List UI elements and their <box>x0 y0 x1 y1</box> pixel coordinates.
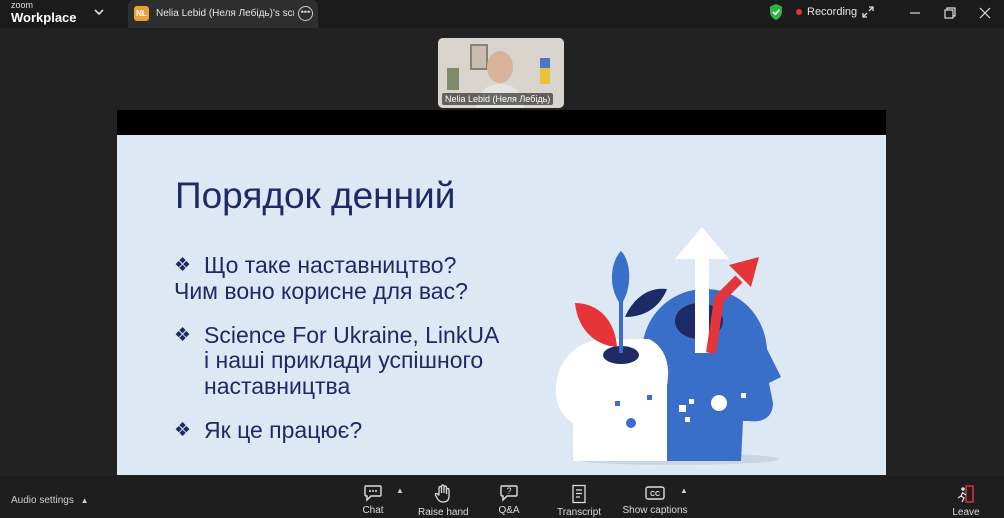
agenda-item-1: ❖ Що таке наставництво? Чим воно корисне… <box>174 252 499 305</box>
close-icon[interactable] <box>976 4 994 22</box>
show-captions-button[interactable]: CC Show captions <box>622 476 688 516</box>
recording-indicator[interactable]: Recording <box>796 6 857 18</box>
raise-hand-label: Raise hand <box>418 507 469 518</box>
participant-video[interactable]: Nelia Lebid (Неля Лебідь) <box>438 38 564 108</box>
chat-label: Chat <box>362 505 384 516</box>
shared-screen-top-bar <box>117 110 886 135</box>
agenda-item-2-line-2: і наші приклади успішного <box>204 347 484 374</box>
agenda-item-2: ❖ Science For Ukraine, LinkUA і наші при… <box>174 321 500 400</box>
chevron-up-icon[interactable]: ▲ <box>680 486 688 495</box>
restore-icon[interactable] <box>941 4 959 22</box>
participant-name: Nelia Lebid (Неля Лебідь) <box>442 93 554 105</box>
audio-settings-button[interactable]: Audio settings ▲ <box>11 495 89 506</box>
leave-label: Leave <box>952 507 980 518</box>
diamond-bullet-icon: ❖ <box>174 419 192 441</box>
tab-title: Nelia Lebid (Неля Лебідь)'s screer <box>156 8 294 19</box>
raise-hand-icon <box>434 484 450 503</box>
transcript-button[interactable]: Transcript <box>556 476 602 518</box>
diamond-bullet-icon: ❖ <box>174 255 192 276</box>
agenda-list: ❖ Що таке наставництво? Чим воно корисне… <box>174 252 500 444</box>
leave-button[interactable]: Leave <box>950 476 982 518</box>
agenda-item-1-line-2: Чим воно корисне для вас? <box>174 277 468 304</box>
shield-icon[interactable] <box>768 3 784 21</box>
agenda-item-2-line-3: наставництва <box>204 373 351 399</box>
brand-top: zoom <box>11 0 34 10</box>
agenda-item-3: ❖ Як це працює? <box>174 416 499 444</box>
show-captions-label: Show captions <box>622 505 688 516</box>
chevron-up-icon[interactable]: ▲ <box>396 486 404 495</box>
tab-badge: NL <box>134 6 149 21</box>
slide-title: Порядок денний <box>175 175 456 216</box>
meeting-toolbar: Audio settings ▲ Chat ▲ Raise hand ? Q&A… <box>0 476 1004 518</box>
closed-captions-icon: CC <box>645 486 665 500</box>
minimize-icon[interactable] <box>906 4 924 22</box>
agenda-item-3-line-1: Як це працює? <box>204 416 363 443</box>
chevron-up-icon: ▲ <box>80 496 89 505</box>
qa-button[interactable]: ? Q&A <box>492 476 526 516</box>
chat-button[interactable]: Chat <box>356 476 390 516</box>
transcript-label: Transcript <box>556 507 602 518</box>
svg-text:CC: CC <box>650 491 660 498</box>
qa-label: Q&A <box>498 505 520 516</box>
fullscreen-icon[interactable] <box>861 5 875 19</box>
shared-slide: Порядок денний ❖ Що таке наставництво? Ч… <box>117 135 886 475</box>
more-icon[interactable]: ••• <box>298 6 313 21</box>
qa-icon: ? <box>500 485 518 502</box>
chat-icon <box>364 485 382 502</box>
title-bar: zoom Workplace NL Nelia Lebid (Неля Лебі… <box>0 0 1004 28</box>
zoom-logo: zoom Workplace <box>11 0 77 25</box>
tab-screen-share[interactable]: NL Nelia Lebid (Неля Лебідь)'s screer ••… <box>128 0 318 28</box>
chevron-down-icon[interactable] <box>93 6 105 18</box>
audio-settings-label: Audio settings <box>11 495 74 506</box>
recording-dot-icon <box>796 9 802 15</box>
brand-bottom: Workplace <box>11 10 77 25</box>
diamond-bullet-icon: ❖ <box>174 324 192 346</box>
transcript-icon <box>572 484 586 504</box>
raise-hand-button[interactable]: Raise hand <box>418 476 469 518</box>
svg-text:?: ? <box>506 486 511 496</box>
growth-heads-illustration <box>555 227 781 465</box>
agenda-item-1-line-1: Що таке наставництво? <box>204 252 457 278</box>
recording-label: Recording <box>807 6 858 18</box>
agenda-item-2-line-1: Science For Ukraine, LinkUA <box>204 321 500 348</box>
leave-door-icon <box>957 485 974 503</box>
